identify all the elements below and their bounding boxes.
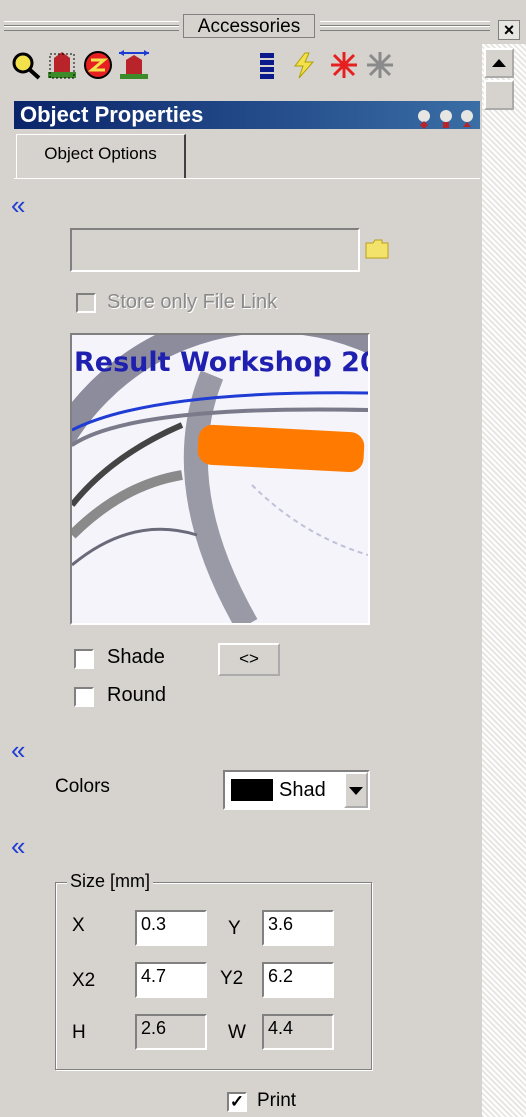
x2-label: X2	[72, 970, 96, 991]
y2-field[interactable]: 6.2	[262, 962, 334, 998]
panel-header: Object Properties	[14, 101, 480, 129]
folder-icon[interactable]	[365, 238, 389, 265]
collapse-section-file-icon[interactable]: «	[11, 192, 25, 218]
collapse-section-colors-icon[interactable]: «	[11, 737, 25, 763]
color-selected-value: Shad	[279, 779, 326, 801]
x-label: X	[72, 915, 85, 936]
h-field: 2.6	[135, 1014, 207, 1050]
chevron-down-icon	[349, 787, 363, 795]
layer-stack-icon[interactable]	[252, 50, 284, 80]
image-preview: Result Workshop 20	[70, 333, 370, 625]
gray-light-icon[interactable]	[364, 50, 396, 80]
w-field: 4.4	[262, 1014, 334, 1050]
size-legend: Size [mm]	[67, 871, 154, 892]
scroll-thumb[interactable]	[484, 80, 514, 110]
h-label: H	[72, 1022, 86, 1043]
title-grip-left-2[interactable]	[4, 26, 179, 31]
preview-caption: Result Workshop 20	[74, 347, 370, 378]
vertical-scrollbar[interactable]	[482, 44, 526, 1117]
shade-label: Shade	[107, 646, 165, 668]
building-frame-icon[interactable]	[46, 50, 78, 80]
zoom-icon[interactable]	[10, 50, 42, 80]
arrow-up-icon	[492, 59, 506, 67]
y2-label: Y2	[220, 968, 244, 989]
lightning-icon[interactable]	[288, 50, 320, 80]
round-label: Round	[107, 684, 166, 706]
swap-button[interactable]: <>	[218, 643, 280, 676]
print-label: Print	[257, 1090, 297, 1111]
shade-checkbox[interactable]	[74, 649, 94, 669]
color-swatch	[231, 779, 273, 801]
store-link-checkbox[interactable]	[76, 293, 96, 313]
dropdown-arrow-button[interactable]	[344, 772, 368, 808]
close-button[interactable]: ×	[498, 20, 520, 40]
w-label: W	[228, 1022, 246, 1043]
collapse-section-size-icon[interactable]: «	[11, 833, 25, 859]
tab-object-options[interactable]: Object Options	[16, 134, 186, 178]
x2-field[interactable]: 4.7	[135, 962, 207, 998]
preview-image-icon	[72, 335, 368, 623]
colors-label: Colors	[55, 776, 110, 797]
hatch-circle-icon[interactable]	[82, 50, 114, 80]
header-collapse-icon[interactable]	[461, 110, 473, 127]
y-label: Y	[228, 918, 241, 939]
tab-strip: Object Options	[14, 130, 480, 179]
y-field[interactable]: 3.6	[262, 910, 334, 946]
color-dropdown[interactable]: Shad	[223, 770, 370, 810]
title-grip-right-2[interactable]	[320, 26, 490, 31]
x-field[interactable]: 0.3	[135, 910, 207, 946]
print-checkbox[interactable]: ✓	[227, 1092, 247, 1112]
red-light-icon[interactable]	[328, 50, 360, 80]
header-pin-icon[interactable]	[418, 110, 430, 129]
building-resize-icon[interactable]	[116, 50, 149, 80]
accessories-title: Accessories	[183, 14, 315, 38]
file-path-input[interactable]	[70, 228, 360, 272]
panel-title: Object Properties	[20, 102, 204, 127]
round-checkbox[interactable]	[74, 687, 94, 707]
header-restore-icon[interactable]	[440, 110, 452, 128]
scroll-up-button[interactable]	[484, 48, 514, 78]
store-link-label: Store only File Link	[107, 291, 278, 313]
